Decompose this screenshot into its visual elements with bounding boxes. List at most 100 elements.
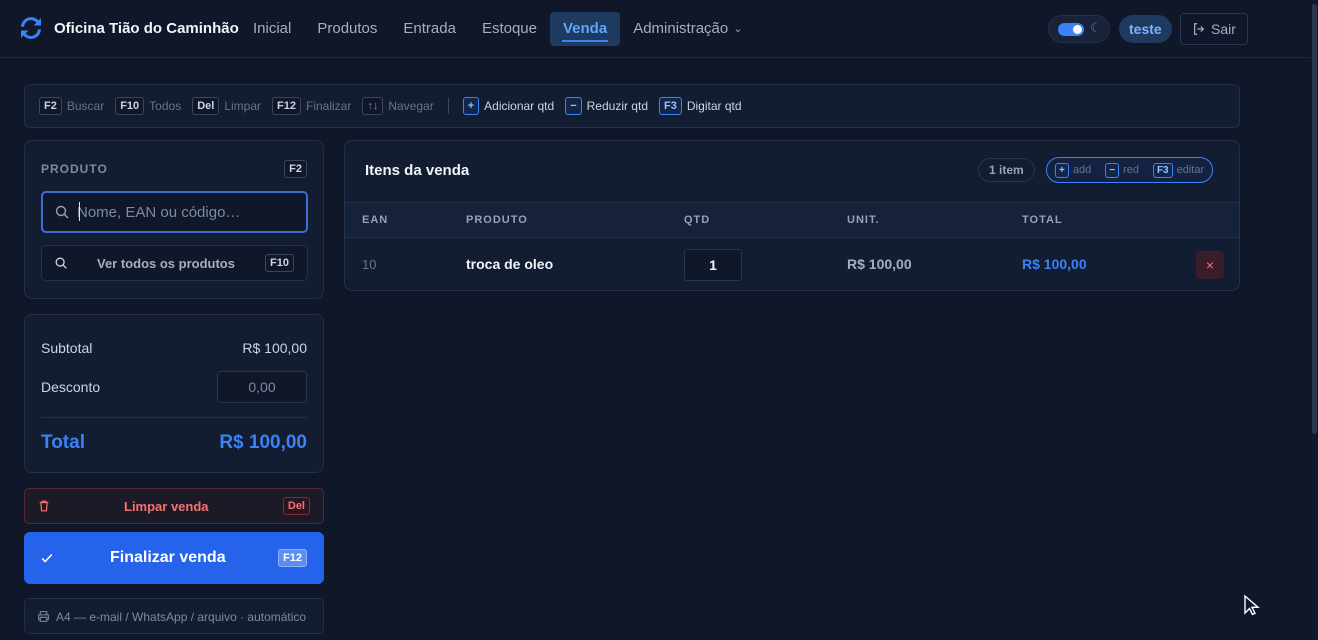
search-icon [55, 257, 67, 269]
hint-key: F3 [1152, 162, 1173, 178]
toggle-switch [1058, 23, 1084, 36]
finish-sale-key: F12 [278, 549, 307, 567]
discount-input[interactable]: 0,00 [217, 371, 307, 403]
shortcut-label: Adicionar qtd [484, 99, 555, 113]
nav-administracao[interactable]: Administração ⌄ [620, 12, 755, 46]
subtotal-label: Subtotal [41, 340, 93, 356]
brand[interactable]: Oficina Tião do Caminhão [16, 13, 239, 43]
clear-sale-label: Limpar venda [124, 499, 209, 514]
column-header-qtd[interactable]: QTD [684, 214, 710, 226]
cell-total: R$ 100,00 [1022, 256, 1087, 272]
user-badge[interactable]: teste [1119, 15, 1172, 43]
nav-produtos[interactable]: Produtos [304, 12, 390, 46]
mouse-cursor-icon [1244, 594, 1260, 616]
nav-label: Venda [563, 20, 608, 37]
totals-card: Subtotal R$ 100,00 Desconto 0,00 Total R… [24, 314, 324, 473]
shortcut-label: Reduzir qtd [586, 99, 648, 113]
view-all-key: F10 [265, 254, 294, 272]
search-input[interactable] [77, 193, 302, 231]
view-all-products-button[interactable]: Ver todos os produtos F10 [41, 245, 308, 281]
shortcut-bar: F2 Buscar F10 Todos Del Limpar F12 Finalizar… [24, 84, 1240, 128]
clear-sale-key: Del [282, 497, 310, 515]
shortcut-key: ↑↓ [362, 97, 384, 115]
column-header-produto[interactable]: PRODUTO [466, 214, 528, 226]
divider [41, 417, 307, 418]
shortcut-digitar: F3 Digitar qtd [659, 97, 742, 115]
cell-product: troca de oleo [466, 256, 554, 272]
top-navbar: Oficina Tião do Caminhão Inicial Produto… [0, 0, 1310, 58]
shortcut-buscar: F2 Buscar [39, 97, 104, 115]
discount-label: Desconto [41, 379, 101, 395]
shortcut-adicionar: + Adicionar qtd [462, 97, 555, 115]
nav-inicial[interactable]: Inicial [240, 12, 304, 46]
shortcut-label: Finalizar [305, 99, 352, 113]
nav-label: Estoque [481, 20, 537, 37]
app-title: Oficina Tião do Caminhão [54, 19, 239, 37]
column-header-ean[interactable]: EAN [362, 214, 388, 226]
search-icon [55, 205, 69, 219]
table-row[interactable]: 10 troca de oleo 1 R$ 100,00 R$ 100,00 × [345, 238, 1239, 290]
remove-item-button[interactable]: × [1196, 251, 1224, 279]
nav-label: Produtos [317, 20, 378, 37]
shortcut-key: Del [192, 97, 220, 115]
close-icon: × [1205, 257, 1215, 273]
chevron-down-icon: ⌄ [733, 23, 743, 35]
logout-button[interactable]: Sair [1180, 13, 1248, 45]
items-title: Itens da venda [365, 162, 470, 179]
shortcut-reduzir: − Reduzir qtd [565, 97, 648, 115]
column-header-unit[interactable]: UNIT. [847, 214, 880, 226]
theme-toggle[interactable]: ☾ [1048, 15, 1110, 43]
shortcut-limpar: Del Limpar [192, 97, 261, 115]
shortcut-key: + [462, 97, 480, 115]
qty-hints: + add − red F3 editar [1046, 157, 1214, 183]
finish-sale-button[interactable]: Finalizar venda F12 [24, 532, 324, 584]
shortcut-label: Limpar [224, 99, 262, 113]
text-caret [79, 202, 80, 221]
cell-ean: 10 [362, 257, 377, 272]
printer-icon [38, 611, 49, 622]
column-header-total[interactable]: TOTAL [1022, 214, 1063, 226]
total-label: Total [41, 432, 85, 453]
trash-icon [39, 500, 49, 512]
hint-key: − [1105, 162, 1120, 178]
shortcut-key: F12 [272, 97, 301, 115]
shortcut-label: Todos [149, 99, 182, 113]
hint-label: add [1072, 164, 1092, 176]
total-value: R$ 100,00 [219, 432, 307, 453]
clear-sale-button[interactable]: Limpar venda Del [24, 488, 324, 524]
item-count-badge: 1 item [978, 158, 1035, 182]
shortcut-key: − [565, 97, 582, 115]
logout-label: Sair [1211, 21, 1236, 37]
view-all-label: Ver todos os produtos [97, 256, 235, 271]
quantity-input[interactable]: 1 [684, 249, 742, 281]
shortcut-label: Digitar qtd [686, 99, 742, 113]
shortcut-finalizar: F12 Finalizar [272, 97, 351, 115]
shortcut-navegar: ↑↓ Navegar [362, 97, 434, 115]
search-field[interactable] [41, 191, 308, 233]
shortcut-label: Buscar [66, 99, 105, 113]
table-header: EAN PRODUTO QTD UNIT. TOTAL [345, 202, 1239, 238]
shortcut-todos: F10 Todos [115, 97, 181, 115]
shortcut-key: F10 [115, 97, 145, 115]
logout-icon [1194, 23, 1205, 35]
nav-label: Entrada [403, 20, 456, 37]
nav-entrada[interactable]: Entrada [390, 12, 469, 46]
check-icon [41, 553, 53, 563]
divider [447, 98, 449, 114]
sale-items-card: Itens da venda 1 item + add − red F3 editar… [344, 140, 1240, 291]
main-nav: Inicial Produtos Entrada Estoque Venda A… [240, 12, 755, 46]
product-shortcut-key: F2 [284, 160, 307, 178]
subtotal-value: R$ 100,00 [242, 340, 307, 356]
moon-icon: ☾ [1090, 20, 1102, 35]
product-label: PRODUTO [41, 162, 108, 176]
finish-sale-label: Finalizar venda [110, 549, 226, 566]
nav-venda[interactable]: Venda [550, 12, 621, 46]
nav-estoque[interactable]: Estoque [469, 12, 550, 46]
nav-label: Administração [633, 20, 729, 37]
product-search-card: PRODUTO F2 Ver todos os produtos F10 [24, 140, 324, 299]
nav-label: Inicial [253, 20, 292, 37]
sync-logo-icon [21, 17, 41, 39]
scrollbar-thumb[interactable] [1312, 4, 1317, 434]
hint-key: + [1055, 162, 1069, 178]
print-options[interactable]: A4 — e-mail / WhatsApp / arquivo · autom… [24, 598, 324, 634]
